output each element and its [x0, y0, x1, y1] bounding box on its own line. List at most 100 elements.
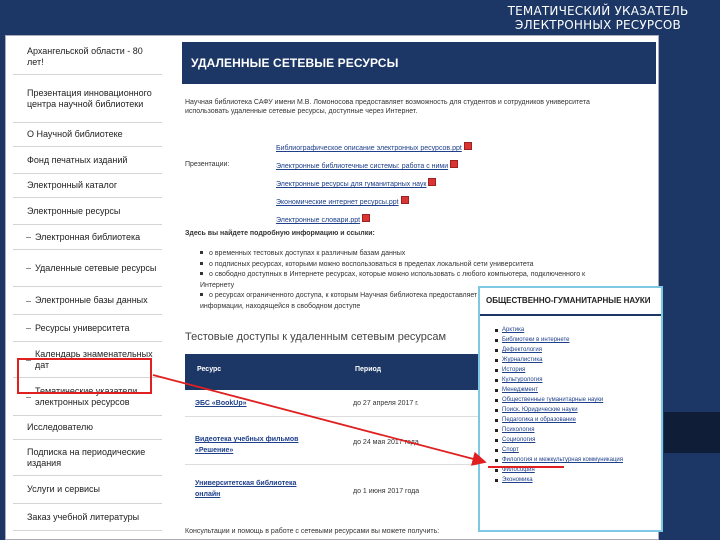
row-divider	[185, 464, 485, 465]
intro-text: Научная библиотека САФУ имени М.В. Ломон…	[185, 99, 590, 115]
row-divider	[185, 416, 485, 417]
subject-link[interactable]: История	[495, 365, 662, 375]
tests-heading: Тестовые доступы к удаленным сетевым рес…	[185, 331, 447, 343]
table-row-period: до 24 мая 2017 года	[353, 439, 419, 446]
sidebar-item[interactable]: – Электронная библиотека	[13, 225, 162, 250]
sidebar-item-label: Заказ учебной литературы	[27, 511, 140, 522]
sidebar-item-label: Исследователю	[27, 422, 94, 432]
sidebar-item[interactable]: Фонд печатных изданий	[13, 147, 162, 174]
bullet-icon	[495, 429, 498, 432]
sidebar-item[interactable]: Заказ учебной литературы	[13, 504, 162, 531]
col-period-header: Период	[355, 366, 382, 373]
sidebar-item-label: Удаленные сетевые ресурсы	[35, 262, 157, 273]
subject-link[interactable]: Общественные гуманитарные науки	[495, 395, 662, 405]
sidebar-item[interactable]: Заказ периодических изданий	[13, 531, 162, 539]
sidebar-item[interactable]: Электронные ресурсы	[13, 198, 162, 225]
presentation-link[interactable]: Электронные ресурсы для гуманитарных нау…	[276, 181, 426, 188]
sidebar-item-label: Электронный каталог	[27, 180, 118, 190]
subject-link[interactable]: Дефектология	[495, 345, 662, 355]
sidebar-item[interactable]: Услуги и сервисы	[13, 476, 162, 504]
sidebar-item[interactable]: – Ресурсы университета	[13, 315, 162, 342]
list-item-text: о подписных ресурсах, которыми можно вос…	[209, 260, 534, 268]
sidebar-item-label: Электронные базы данных	[35, 295, 148, 305]
list-item-text: о временных тестовых доступах к различны…	[209, 250, 406, 257]
bullet-icon	[200, 261, 203, 265]
presentation-row: Электронные ресурсы для гуманитарных нау…	[276, 173, 506, 191]
dash-icon: –	[26, 322, 32, 333]
sidebar-item-label: Подписка на периодические издания	[27, 446, 146, 468]
presentation-link[interactable]: Электронные словари.ppt	[276, 217, 360, 224]
sidebar-item[interactable]: – Электронные базы данных	[13, 287, 162, 315]
subject-link[interactable]: Библиотеки в интернете	[495, 335, 662, 345]
table-row-resource[interactable]: Видеотека учебных фильмов «Решение»	[195, 434, 315, 456]
dash-icon: –	[26, 231, 32, 242]
subject-popup: ОБЩЕСТВЕННО-ГУМАНИТАРНЫЕ НАУКИ Арктика Би…	[478, 286, 663, 532]
subject-link[interactable]: Журналистика	[495, 355, 662, 365]
bullet-icon	[495, 479, 498, 482]
subject-link-label: Библиотеки в интернете	[502, 337, 570, 343]
popup-divider	[480, 314, 661, 316]
slide-decoration	[664, 453, 720, 540]
presentation-row: Электронные словари.ppt	[276, 209, 506, 227]
document-icon[interactable]	[428, 177, 437, 186]
bullet-icon	[495, 449, 498, 452]
sidebar-item[interactable]: Электронный каталог	[13, 174, 162, 198]
subject-list: Арктика Библиотеки в интернете Дефектологи…	[495, 325, 662, 485]
presentation-link[interactable]: Библиографическое описание электронных р…	[276, 145, 462, 152]
sidebar-item[interactable]: О Научной библиотеке	[13, 123, 162, 147]
subject-link[interactable]: Поиск. Юридические науки	[495, 405, 662, 415]
bullet-icon	[495, 419, 498, 422]
subject-link[interactable]: Социология	[495, 435, 662, 445]
document-icon[interactable]	[463, 141, 472, 150]
bullet-icon	[495, 459, 498, 462]
subject-link-label: Общественные гуманитарные науки	[502, 397, 604, 403]
subject-link[interactable]: Культурология	[495, 375, 662, 385]
subject-link-label: Поиск. Юридические науки	[502, 407, 578, 413]
sidebar-menu: Архангельской области - 80 лет! Презентац…	[13, 40, 162, 539]
sidebar-item-label: О Научной библиотеке	[27, 129, 123, 139]
bullet-icon	[495, 369, 498, 372]
presentations-links: Библиографическое описание электронных р…	[276, 137, 506, 227]
table-row-resource[interactable]: ЭБС «BookUp»	[195, 398, 247, 409]
sidebar-item[interactable]: Подписка на периодические издания	[13, 440, 162, 476]
subject-link-label: Менеджмент	[502, 387, 538, 393]
sidebar-item-label: Электронные ресурсы	[27, 205, 121, 216]
subject-link-label: Спорт	[502, 447, 519, 453]
sidebar-item[interactable]: – Удаленные сетевые ресурсы	[13, 250, 162, 287]
bullet-icon	[200, 293, 203, 297]
subject-link[interactable]: Педагогика и образование	[495, 415, 662, 425]
subject-link-label: Педагогика и образование	[502, 417, 576, 423]
popup-title: ОБЩЕСТВЕННО-ГУМАНИТАРНЫЕ НАУКИ	[486, 296, 651, 305]
bullet-icon	[495, 329, 498, 332]
slide-decoration	[664, 412, 720, 453]
sidebar-item[interactable]: Архангельской области - 80 лет!	[13, 40, 162, 75]
bullet-icon	[495, 399, 498, 402]
subject-link-label: Филология и межкультурная коммуникация	[502, 457, 623, 463]
list-item: о подписных ресурсах, которыми можно вос…	[200, 260, 620, 271]
subject-link[interactable]: Филология и межкультурная коммуникация	[495, 455, 662, 465]
bullet-icon	[495, 339, 498, 342]
document-icon[interactable]	[450, 159, 459, 168]
presentation-link[interactable]: Экономические интернет ресурсы.ppt	[276, 199, 399, 206]
document-icon[interactable]	[362, 213, 371, 222]
sidebar-item-label: Архангельской области - 80 лет!	[27, 46, 143, 67]
sidebar-item[interactable]: Исследователю	[13, 416, 162, 440]
presentation-link[interactable]: Электронные библиотечные системы: работа…	[276, 163, 448, 170]
document-icon[interactable]	[400, 195, 409, 204]
presentation-row: Библиографическое описание электронных р…	[276, 137, 506, 155]
presentation-row: Экономические интернет ресурсы.ppt	[276, 191, 506, 209]
table-row-resource[interactable]: Университетская библиотека онлайн	[195, 478, 315, 500]
list-item: о временных тестовых доступах к различны…	[200, 249, 620, 260]
subject-link[interactable]: Психология	[495, 425, 662, 435]
subject-link[interactable]: Экономика	[495, 475, 662, 485]
consult-text: Консультации и помощь в работе с сетевым…	[185, 528, 440, 535]
bullet-icon	[495, 359, 498, 362]
subject-link-label: Дефектология	[502, 347, 542, 353]
sidebar-item[interactable]: Презентация инновационного центра научно…	[13, 75, 162, 123]
subject-link[interactable]: Арктика	[495, 325, 662, 335]
sidebar-item-label: Презентация инновационного центра научно…	[27, 87, 152, 109]
sidebar-item-label: Фонд печатных изданий	[27, 154, 128, 165]
subject-link[interactable]: Спорт	[495, 445, 662, 455]
subject-link[interactable]: Менеджмент	[495, 385, 662, 395]
subject-link-label: История	[502, 367, 526, 373]
